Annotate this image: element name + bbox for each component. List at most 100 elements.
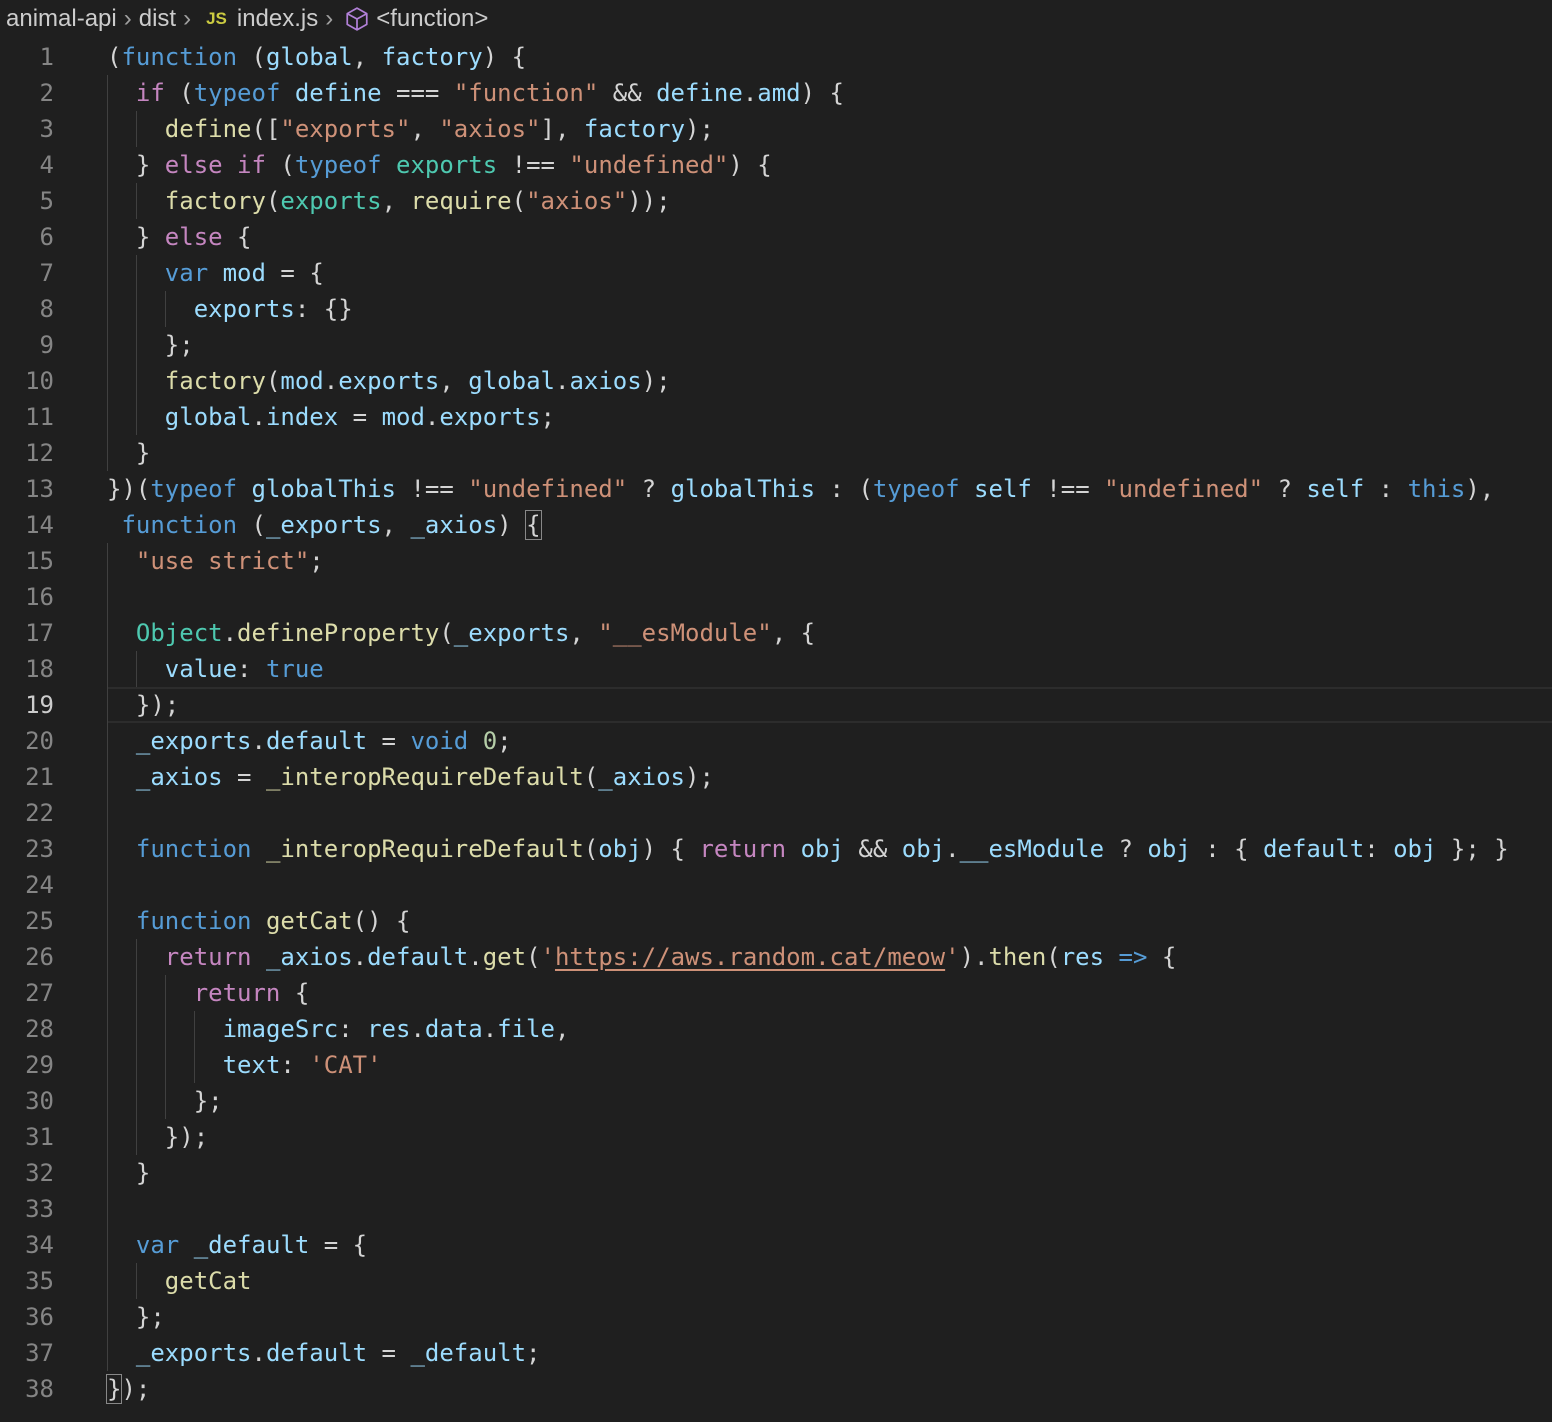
breadcrumb-item-dist[interactable]: dist [139,5,176,33]
code-token: ( [511,187,527,215]
code-line[interactable]: 5 factory(exports, require("axios")); [0,183,1552,219]
code-token: ) { [728,151,772,179]
code-line[interactable]: 26 return _axios.default.get('https://aws… [0,939,1552,975]
code-token: ( [251,43,266,71]
code-text: return _axios.default.get('https://aws.r… [165,939,1177,975]
code-line[interactable]: 20 _exports.default = void 0; [0,723,1552,759]
code-text: value: true [165,651,324,687]
line-number: 9 [39,331,54,359]
code-token: res [367,1015,411,1043]
code-line[interactable]: 29 text: 'CAT' [0,1047,1552,1083]
indent-guide [107,291,108,327]
code-line[interactable]: 36}; [0,1299,1552,1335]
code-line[interactable]: 6} else { [0,219,1552,255]
code-token: ( [583,835,599,863]
code-token: 0 [482,727,498,755]
code-line[interactable]: 2 if (typeof define === "function" && def… [0,75,1552,111]
breadcrumb-item-animal-api[interactable]: animal-api [6,5,117,33]
chevron-right-icon: › [183,5,192,32]
code-token: default [265,1339,368,1367]
code-token: global [164,403,252,431]
code-line[interactable]: 25 function getCat() { [0,903,1552,939]
code-token: : [815,475,859,503]
indent-guide [107,1083,108,1119]
code-line[interactable]: 28 imageSrc: res.data.file, [0,1011,1552,1047]
code-line[interactable]: 17 Object.defineProperty(_exports, "__esM… [0,615,1552,651]
code-token: "undefined" [468,475,628,503]
code-token: ) { [800,79,844,107]
code-line[interactable]: 35 getCat [0,1263,1552,1299]
code-line[interactable]: 13})(typeof globalThis !== "undefined" ?… [0,471,1552,507]
code-line[interactable]: 14 function (_exports, _axios) { [0,507,1552,543]
code-line[interactable]: 12} [0,435,1552,471]
code-token: . [251,727,266,755]
code-token: define [164,115,252,143]
code-line[interactable]: 4} else if (typeof exports !== "undefine… [0,147,1552,183]
code-token: ( [439,619,454,647]
code-link[interactable]: https://aws.random.cat/meow [555,943,945,971]
code-token: getCat [164,1267,252,1295]
code-text: return { [194,975,310,1011]
code-token: if [237,151,266,179]
indent-guide [193,1047,195,1083]
code-line[interactable]: 19}); [0,687,1552,723]
code-line[interactable]: 24 [0,867,1552,903]
line-number: 10 [25,367,54,395]
code-line[interactable]: 33 [0,1191,1552,1227]
code-line[interactable]: 9}; [0,327,1552,363]
indent-guide [135,1119,137,1155]
breadcrumb-item-function[interactable]: <function> [376,5,488,33]
code-line[interactable]: 3 define(["exports", "axios"], factory); [0,111,1552,147]
code-token: }); [135,691,180,719]
indent-guide [164,291,166,327]
code-token: exports [439,403,541,431]
indent-guide [107,579,108,615]
code-line[interactable]: 7 var mod = { [0,255,1552,291]
code-line[interactable]: 10 factory(mod.exports, global.axios); [0,363,1552,399]
code-token: function [121,511,238,539]
code-editor[interactable]: 1 (function (global, factory) {2 if (typeo… [0,39,1552,1422]
code-line[interactable]: 31}); [0,1119,1552,1155]
line-number: 31 [25,1123,54,1151]
code-line[interactable]: 23 function _interopRequireDefault(obj) {… [0,831,1552,867]
code-token: ? [627,475,671,503]
code-line[interactable]: 27 return { [0,975,1552,1011]
code-line[interactable]: 30}; [0,1083,1552,1119]
code-token: _exports [135,1339,252,1367]
code-line[interactable]: 15 "use strict"; [0,543,1552,579]
code-line[interactable]: 11 global.index = mod.exports; [0,399,1552,435]
line-number: 28 [25,1015,54,1043]
indent-guide [107,975,108,1011]
code-token: res [1060,943,1105,971]
code-line[interactable]: 32} [0,1155,1552,1191]
indent-guide [164,1083,166,1119]
code-line[interactable]: 16 [0,579,1552,615]
code-line[interactable]: 21 _axios = _interopRequireDefault(_axios… [0,759,1552,795]
code-token: factory [583,115,686,143]
code-line[interactable]: 38}); [0,1371,1552,1407]
code-token: , [569,619,599,647]
code-token: = [338,403,382,431]
line-number: 5 [39,187,54,215]
code-line[interactable]: 18 value: true [0,651,1552,687]
code-token: return [193,979,281,1007]
breadcrumb-item-index-js[interactable]: index.js [237,5,318,33]
code-line[interactable]: 8 exports: {} [0,291,1552,327]
code-line[interactable]: 34 var _default = { [0,1227,1552,1263]
code-line[interactable]: 37 _exports.default = _default; [0,1335,1552,1371]
line-number: 34 [25,1231,54,1259]
code-line[interactable]: 1 (function (global, factory) { [0,39,1552,75]
js-file-icon: JS [206,9,227,28]
code-token: obj [901,835,946,863]
code-text: }); [136,687,179,723]
code-token: _axios [598,763,685,791]
code-token: _default [193,1231,310,1259]
code-token: typeof [193,79,281,107]
indent-guide [164,1047,166,1083]
code-token: ); [641,367,671,395]
line-number: 19 [25,691,54,719]
code-text: }); [165,1119,208,1155]
code-token: . [251,403,266,431]
code-line[interactable]: 22 [0,795,1552,831]
